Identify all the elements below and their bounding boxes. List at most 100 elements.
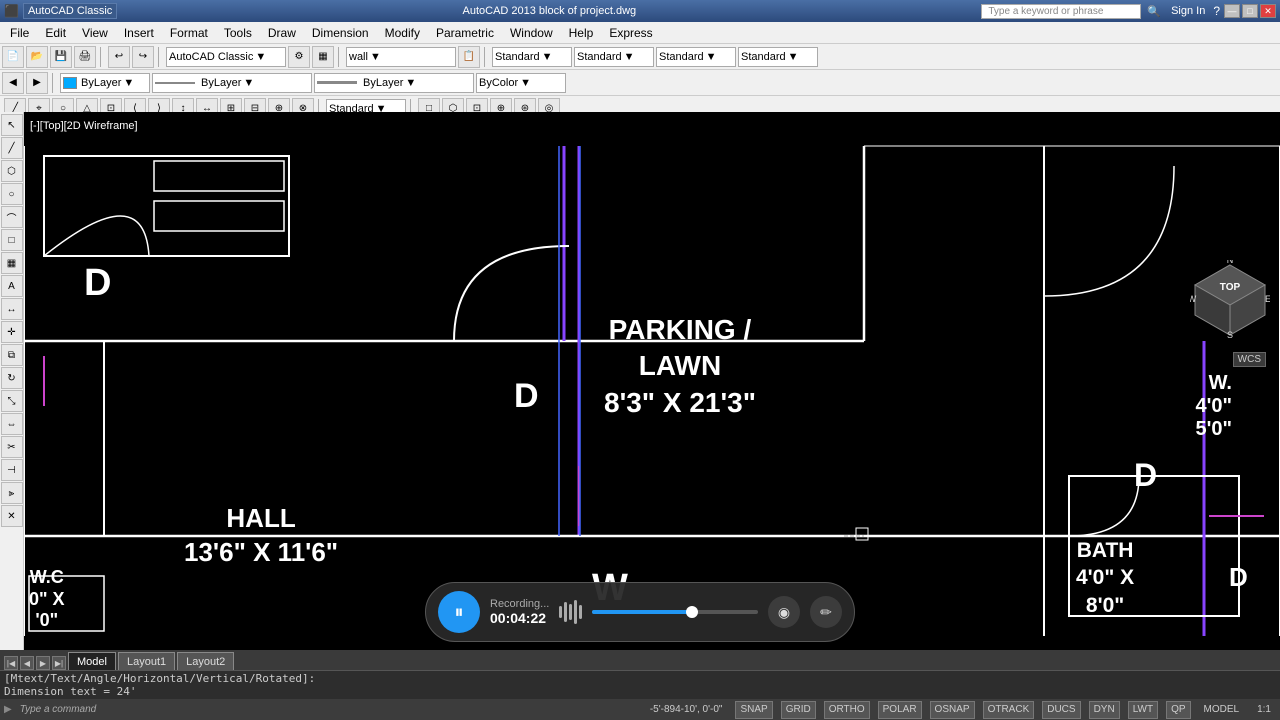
lineweight-dropdown[interactable]: ByLayer▼ xyxy=(314,73,474,93)
sep2 xyxy=(158,47,162,67)
nav-cube: TOP N E S W xyxy=(1190,260,1270,340)
minimize-button[interactable]: — xyxy=(1224,4,1240,18)
tab-last-btn[interactable]: ▶| xyxy=(52,656,66,670)
plot-btn[interactable]: 🖨 xyxy=(74,46,96,68)
workspace-settings[interactable]: ⚙ xyxy=(288,46,310,68)
menu-format[interactable]: Format xyxy=(162,24,216,42)
dyn-btn[interactable]: DYN xyxy=(1089,701,1120,719)
color-dropdown[interactable]: ByLayer▼ xyxy=(60,73,150,93)
title-bar-controls: Type a keyword or phrase 🔍 Sign In ? — □… xyxy=(981,4,1276,19)
qp-btn[interactable]: QP xyxy=(1166,701,1190,719)
pause-icon: ⏸ xyxy=(455,602,464,623)
tab-next-btn[interactable]: ▶ xyxy=(36,656,50,670)
lt-mirror[interactable]: ⇔ xyxy=(1,413,23,435)
tab-first-btn[interactable]: |◀ xyxy=(4,656,18,670)
lt-offset[interactable]: ⫸ xyxy=(1,482,23,504)
layer-dropdown[interactable]: wall ▼ xyxy=(346,47,456,67)
osnap-btn[interactable]: OSNAP xyxy=(930,701,975,719)
std-dropdown4[interactable]: Standard▼ xyxy=(738,47,818,67)
tab-layout1[interactable]: Layout1 xyxy=(118,652,175,670)
sign-in-btn[interactable]: Sign In xyxy=(1171,5,1205,17)
lt-text[interactable]: A xyxy=(1,275,23,297)
menu-express[interactable]: Express xyxy=(601,24,660,42)
tab-prev-btn[interactable]: ◀ xyxy=(20,656,34,670)
search-icon[interactable]: 🔍 xyxy=(1147,5,1161,18)
maximize-button[interactable]: □ xyxy=(1242,4,1258,18)
lt-erase[interactable]: ✕ xyxy=(1,505,23,527)
recording-info: Recording... 00:04:22 xyxy=(490,598,549,626)
door-d3: D xyxy=(1134,457,1157,494)
ortho-btn[interactable]: ORTHO xyxy=(824,701,870,719)
close-button[interactable]: ✕ xyxy=(1260,4,1276,18)
layer-manager[interactable]: 📋 xyxy=(458,46,480,68)
customize-btn[interactable]: ▦ xyxy=(312,46,334,68)
workspace-selector[interactable]: AutoCAD Classic ▼ xyxy=(166,47,286,67)
otrack-btn[interactable]: OTRACK xyxy=(983,701,1035,719)
lt-rotate[interactable]: ↻ xyxy=(1,367,23,389)
pen-button[interactable]: ✏ xyxy=(810,596,842,628)
svg-text:N: N xyxy=(1227,260,1234,265)
progress-track[interactable] xyxy=(592,610,758,614)
tab-model[interactable]: Model xyxy=(68,652,116,670)
redo-btn[interactable]: ↪ xyxy=(132,46,154,68)
ducs-btn[interactable]: DUCS xyxy=(1042,701,1080,719)
lt-pline[interactable]: ⬡ xyxy=(1,160,23,182)
menu-dimension[interactable]: Dimension xyxy=(304,24,377,42)
menu-parametric[interactable]: Parametric xyxy=(428,24,502,42)
progress-thumb[interactable] xyxy=(686,606,698,618)
menu-window[interactable]: Window xyxy=(502,24,561,42)
layer-prev[interactable]: ◀ xyxy=(2,72,24,94)
grid-btn[interactable]: GRID xyxy=(781,701,816,719)
svg-text:TOP: TOP xyxy=(1220,282,1241,293)
left-toolbar: ↖ ╱ ⬡ ○ ⌒ □ ▦ A ↔ ✛ ⧉ ↻ ⤡ ⇔ ✂ ⊣ ⫸ ✕ xyxy=(0,112,24,670)
lt-rect[interactable]: □ xyxy=(1,229,23,251)
undo-btn[interactable]: ↩ xyxy=(108,46,130,68)
title-bar: ⬛ AutoCAD Classic AutoCAD 2013 block of … xyxy=(0,0,1280,22)
menu-tools[interactable]: Tools xyxy=(216,24,260,42)
lt-circle[interactable]: ○ xyxy=(1,183,23,205)
tab-layout2[interactable]: Layout2 xyxy=(177,652,234,670)
lt-copy[interactable]: ⧉ xyxy=(1,344,23,366)
workspace-dropdown[interactable]: AutoCAD Classic xyxy=(23,3,117,19)
menu-draw[interactable]: Draw xyxy=(260,24,304,42)
lt-select[interactable]: ↖ xyxy=(1,114,23,136)
sep3 xyxy=(338,47,342,67)
open-btn[interactable]: 📂 xyxy=(26,46,48,68)
menu-edit[interactable]: Edit xyxy=(37,24,74,42)
std-dropdown3[interactable]: Standard▼ xyxy=(656,47,736,67)
wave-bar-1 xyxy=(559,606,562,618)
polar-btn[interactable]: POLAR xyxy=(878,701,922,719)
menu-file[interactable]: File xyxy=(2,24,37,42)
help-icon[interactable]: ? xyxy=(1213,4,1220,18)
lt-scale[interactable]: ⤡ xyxy=(1,390,23,412)
door-d2: D xyxy=(514,377,539,416)
std-dropdown2[interactable]: Standard▼ xyxy=(574,47,654,67)
pause-button[interactable]: ⏸ xyxy=(438,591,480,633)
std-dropdown1[interactable]: Standard▼ xyxy=(492,47,572,67)
coords-display: -5'-894-10', 0'-0" xyxy=(645,703,728,716)
camera-button[interactable]: ◉ xyxy=(768,596,800,628)
lt-arc[interactable]: ⌒ xyxy=(1,206,23,228)
lt-extend[interactable]: ⊣ xyxy=(1,459,23,481)
menu-view[interactable]: View xyxy=(74,24,116,42)
scale-label: 1:1 xyxy=(1252,703,1276,716)
lt-move[interactable]: ✛ xyxy=(1,321,23,343)
save-btn[interactable]: 💾 xyxy=(50,46,72,68)
plotstyle-dropdown[interactable]: ByColor▼ xyxy=(476,73,566,93)
lt-hatch[interactable]: ▦ xyxy=(1,252,23,274)
search-box[interactable]: Type a keyword or phrase xyxy=(981,4,1141,19)
lwt-btn[interactable]: LWT xyxy=(1128,701,1158,719)
audio-wave xyxy=(559,600,582,624)
command-text-1: [Mtext/Text/Angle/Horizontal/Vertical/Ro… xyxy=(4,672,1276,685)
linetype-dropdown[interactable]: ByLayer▼ xyxy=(152,73,312,93)
lt-dim[interactable]: ↔ xyxy=(1,298,23,320)
menu-modify[interactable]: Modify xyxy=(377,24,428,42)
lt-trim[interactable]: ✂ xyxy=(1,436,23,458)
menu-insert[interactable]: Insert xyxy=(116,24,162,42)
layer-next[interactable]: ▶ xyxy=(26,72,48,94)
snap-btn[interactable]: SNAP xyxy=(735,701,772,719)
command-input[interactable]: Type a command xyxy=(20,704,97,715)
menu-help[interactable]: Help xyxy=(561,24,602,42)
lt-line[interactable]: ╱ xyxy=(1,137,23,159)
new-btn[interactable]: 📄 xyxy=(2,46,24,68)
